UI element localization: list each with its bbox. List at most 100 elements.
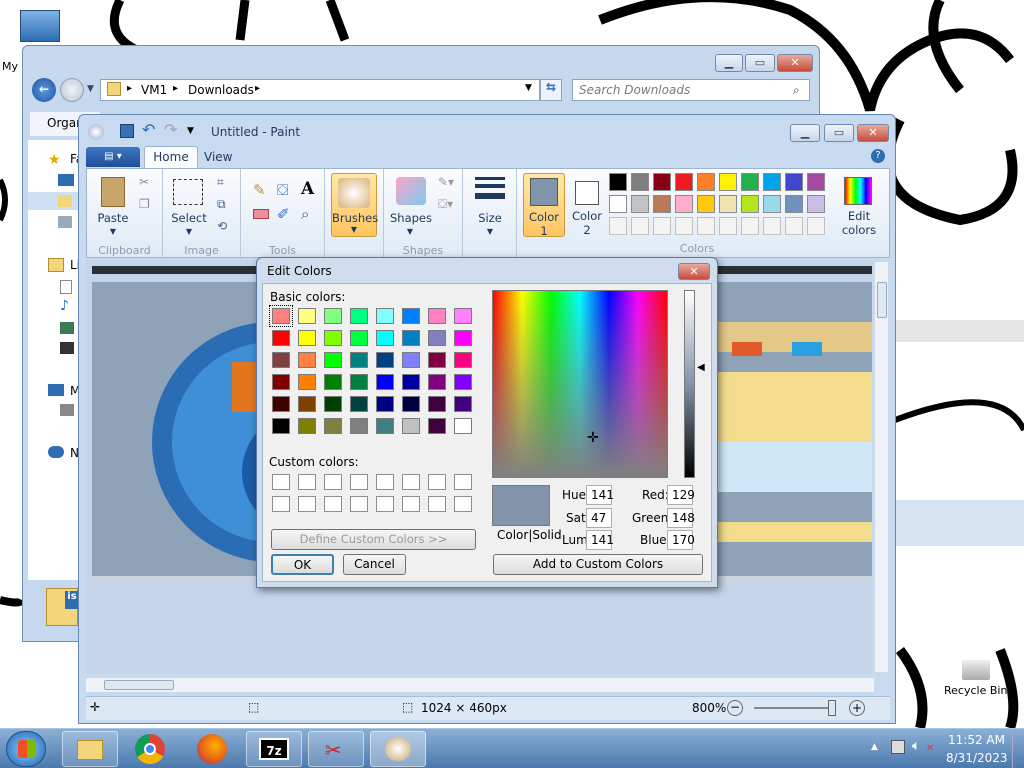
luminosity-pointer-icon[interactable]: ◀ bbox=[697, 362, 705, 373]
search-input[interactable]: Search Downloads bbox=[572, 79, 810, 101]
palette-empty-swatch[interactable] bbox=[785, 217, 803, 235]
basic-color-swatch[interactable] bbox=[324, 308, 342, 324]
dialog-close-button[interactable]: ✕ bbox=[678, 263, 710, 280]
shapes-icon[interactable] bbox=[396, 177, 426, 205]
custom-color-swatch[interactable] bbox=[428, 496, 446, 512]
basic-color-swatch[interactable] bbox=[272, 396, 290, 412]
palette-swatch[interactable] bbox=[807, 173, 825, 191]
paste-dropdown-icon[interactable]: ▼ bbox=[105, 227, 121, 236]
taskbar-paint-button[interactable] bbox=[370, 731, 426, 767]
hue-input[interactable]: 141 bbox=[586, 485, 614, 505]
outline-icon[interactable]: ✎▾ bbox=[438, 175, 454, 189]
palette-swatch[interactable] bbox=[763, 195, 781, 213]
select-dropdown-icon[interactable]: ▼ bbox=[181, 227, 197, 236]
basic-color-swatch[interactable] bbox=[454, 352, 472, 368]
rotate-icon[interactable]: ⟲ bbox=[217, 219, 227, 233]
palette-empty-swatch[interactable] bbox=[631, 217, 649, 235]
custom-color-swatch[interactable] bbox=[428, 474, 446, 490]
basic-color-swatch[interactable] bbox=[324, 396, 342, 412]
custom-color-swatch[interactable] bbox=[272, 474, 290, 490]
basic-color-swatch[interactable] bbox=[324, 374, 342, 390]
basic-color-swatch[interactable] bbox=[402, 352, 420, 368]
basic-color-swatch[interactable] bbox=[402, 374, 420, 390]
forward-icon[interactable] bbox=[60, 78, 84, 102]
text-tool-icon[interactable]: A bbox=[301, 179, 314, 199]
select-icon[interactable] bbox=[173, 179, 203, 205]
shapes-button[interactable]: Shapes bbox=[388, 211, 434, 225]
blue-input[interactable]: 170 bbox=[667, 530, 695, 550]
clock-date[interactable]: 8/31/2023 bbox=[946, 751, 1008, 765]
palette-swatch[interactable] bbox=[609, 173, 627, 191]
basic-color-swatch[interactable] bbox=[402, 308, 420, 324]
basic-color-swatch[interactable] bbox=[350, 330, 368, 346]
palette-swatch[interactable] bbox=[631, 173, 649, 191]
recycle-bin-icon[interactable] bbox=[962, 660, 990, 680]
paint-menu-button[interactable]: ▤ ▾ bbox=[86, 147, 140, 167]
palette-empty-swatch[interactable] bbox=[609, 217, 627, 235]
palette-swatch[interactable] bbox=[653, 173, 671, 191]
zoom-in-button[interactable]: + bbox=[849, 700, 865, 716]
palette-swatch[interactable] bbox=[719, 195, 737, 213]
palette-swatch[interactable] bbox=[763, 173, 781, 191]
palette-swatch[interactable] bbox=[697, 195, 715, 213]
basic-color-swatch[interactable] bbox=[454, 330, 472, 346]
color2-button[interactable]: Color 2 bbox=[567, 173, 607, 237]
show-desktop-button[interactable] bbox=[1012, 729, 1024, 768]
palette-swatch[interactable] bbox=[741, 195, 759, 213]
address-dropdown-icon[interactable]: ▼ bbox=[525, 83, 532, 93]
back-icon[interactable]: ← bbox=[32, 78, 56, 102]
basic-color-swatch[interactable] bbox=[298, 352, 316, 368]
lum-input[interactable]: 141 bbox=[586, 530, 614, 550]
palette-empty-swatch[interactable] bbox=[697, 217, 715, 235]
color1-button[interactable]: Color 1 bbox=[523, 173, 565, 238]
basic-color-swatch[interactable] bbox=[428, 418, 446, 434]
palette-swatch[interactable] bbox=[807, 195, 825, 213]
palette-swatch[interactable] bbox=[785, 173, 803, 191]
basic-color-swatch[interactable] bbox=[428, 352, 446, 368]
custom-color-swatch[interactable] bbox=[454, 496, 472, 512]
start-button[interactable] bbox=[6, 731, 46, 767]
basic-color-swatch[interactable] bbox=[376, 418, 394, 434]
resize-icon[interactable]: ⧉ bbox=[217, 197, 226, 212]
taskbar-explorer-button[interactable] bbox=[62, 731, 118, 767]
file-icon[interactable]: is bbox=[46, 588, 79, 626]
palette-swatch[interactable] bbox=[609, 195, 627, 213]
quick-access-chevron-icon[interactable]: ▼ bbox=[187, 126, 194, 136]
zoom-out-button[interactable]: − bbox=[727, 700, 743, 716]
basic-color-swatch[interactable] bbox=[376, 396, 394, 412]
refresh-icon[interactable]: ⇆ bbox=[540, 79, 562, 101]
basic-color-swatch[interactable] bbox=[376, 330, 394, 346]
volume-muted-icon[interactable]: 🔈︎ bbox=[912, 738, 920, 754]
red-input[interactable]: 129 bbox=[667, 485, 695, 505]
paste-button[interactable]: Paste bbox=[91, 211, 135, 225]
cancel-button[interactable]: Cancel bbox=[343, 554, 406, 575]
basic-color-swatch[interactable] bbox=[428, 374, 446, 390]
crop-icon[interactable]: ⌗ bbox=[217, 175, 224, 190]
palette-empty-swatch[interactable] bbox=[741, 217, 759, 235]
custom-color-swatch[interactable] bbox=[298, 496, 316, 512]
palette-empty-swatch[interactable] bbox=[675, 217, 693, 235]
horizontal-scrollbar[interactable] bbox=[86, 678, 874, 692]
palette-swatch[interactable] bbox=[675, 195, 693, 213]
vertical-scroll-thumb[interactable] bbox=[877, 282, 887, 318]
basic-color-swatch[interactable] bbox=[324, 330, 342, 346]
network-tray-icon[interactable] bbox=[891, 740, 905, 754]
size-dropdown-icon[interactable]: ▼ bbox=[482, 227, 498, 236]
basic-color-swatch[interactable] bbox=[298, 308, 316, 324]
clock-time[interactable]: 11:52 AM bbox=[948, 733, 1005, 747]
palette-empty-swatch[interactable] bbox=[653, 217, 671, 235]
color-picker-icon[interactable]: ✐ bbox=[277, 205, 290, 223]
edit-colors-button[interactable]: Edit colors bbox=[831, 173, 887, 237]
zoom-slider-thumb[interactable] bbox=[828, 700, 836, 716]
basic-color-swatch[interactable] bbox=[350, 374, 368, 390]
save-icon[interactable] bbox=[120, 124, 134, 138]
basic-color-swatch[interactable] bbox=[376, 308, 394, 324]
show-hidden-icons-icon[interactable]: ▲ bbox=[871, 742, 878, 752]
my-computer-icon[interactable] bbox=[20, 10, 60, 42]
basic-color-swatch[interactable] bbox=[376, 374, 394, 390]
basic-color-swatch[interactable] bbox=[298, 374, 316, 390]
basic-color-swatch[interactable] bbox=[428, 330, 446, 346]
luminosity-bar[interactable] bbox=[684, 290, 695, 478]
basic-color-swatch[interactable] bbox=[454, 418, 472, 434]
basic-color-swatch[interactable] bbox=[350, 352, 368, 368]
